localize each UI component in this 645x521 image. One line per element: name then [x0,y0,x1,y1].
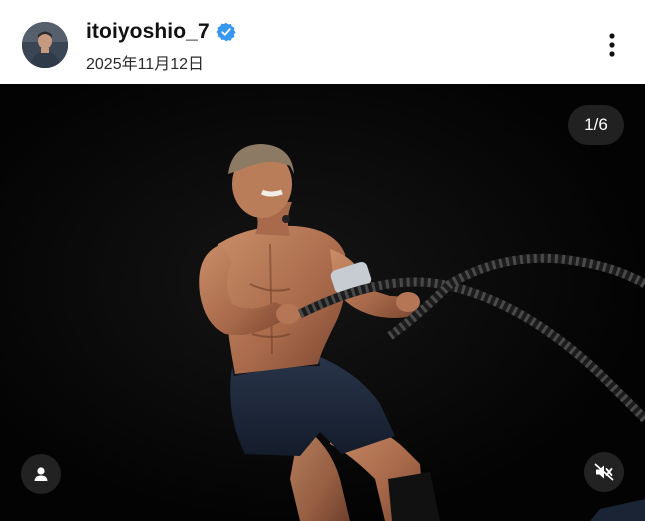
volume-muted-icon [594,463,614,481]
post-photo [0,84,645,521]
more-options-button[interactable] [598,30,626,60]
tagged-users-button[interactable] [21,454,61,494]
username[interactable]: itoiyoshio_7 [86,20,210,44]
username-row: itoiyoshio_7 [86,18,236,46]
mute-toggle-button[interactable] [584,452,624,492]
post-media[interactable]: 1/6 [0,84,645,521]
post-header: itoiyoshio_7 2025年11月12日 [0,0,645,84]
post-date: 2025年11月12日 [86,56,205,73]
more-vertical-icon [609,33,615,57]
avatar-photo [22,22,68,68]
carousel-counter: 1/6 [568,105,624,145]
user-tag-icon [34,467,48,481]
avatar[interactable] [22,22,68,68]
verified-badge-icon [216,22,236,42]
